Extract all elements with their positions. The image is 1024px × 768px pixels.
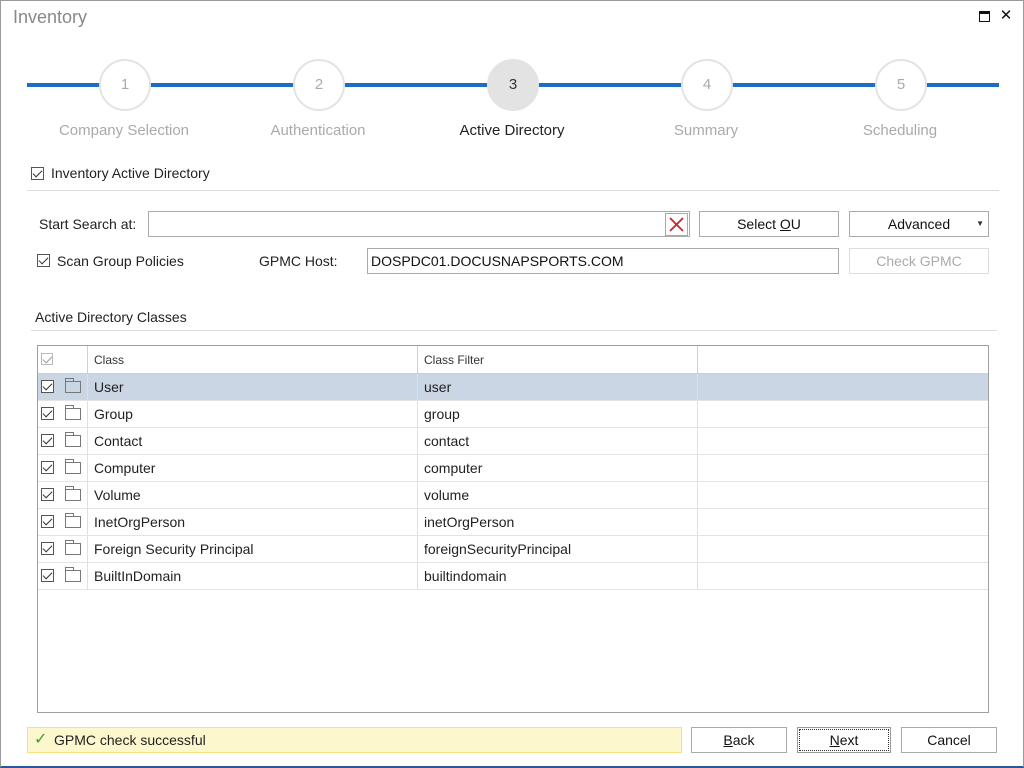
row-select-cell	[38, 482, 88, 508]
status-text: GPMC check successful	[54, 732, 206, 748]
row-select-cell	[38, 455, 88, 481]
class-cell: Group	[88, 401, 418, 427]
check-gpmc-button[interactable]: Check GPMC	[849, 248, 989, 274]
close-icon[interactable]: ✕	[999, 8, 1013, 23]
class-cell: Contact	[88, 428, 418, 454]
row-checkbox[interactable]	[41, 380, 54, 393]
gpmc-host-label: GPMC Host:	[259, 253, 338, 269]
table-row[interactable]: User user	[38, 374, 988, 401]
table-row[interactable]: Foreign Security Principal foreignSecurit…	[38, 536, 988, 563]
row-checkbox[interactable]	[41, 407, 54, 420]
row-checkbox[interactable]	[41, 569, 54, 582]
row-checkbox[interactable]	[41, 488, 54, 501]
header-select-all-cell	[38, 346, 88, 374]
folder-icon	[65, 486, 81, 501]
clear-search-button[interactable]	[665, 213, 688, 236]
row-select-cell	[38, 509, 88, 535]
row-select-cell	[38, 428, 88, 454]
advanced-dropdown-button[interactable]: Advanced ▼	[849, 211, 989, 237]
back-label: ack	[732, 732, 755, 748]
step-5-circle: 5	[875, 59, 927, 111]
start-search-input[interactable]	[148, 211, 690, 237]
class-filter-cell: builtindomain	[418, 563, 698, 589]
column-header-class-filter[interactable]: Class Filter	[418, 346, 698, 374]
folder-icon	[65, 540, 81, 555]
folder-icon	[65, 567, 81, 582]
scan-group-policies-checkbox[interactable]	[37, 254, 50, 267]
scan-group-policies-label[interactable]: Scan Group Policies	[57, 253, 184, 269]
class-filter-cell: foreignSecurityPrincipal	[418, 536, 698, 562]
divider	[27, 190, 999, 191]
step-4-circle: 4	[681, 59, 733, 111]
dropdown-arrow-icon: ▼	[976, 219, 984, 228]
step-3-label: Active Directory	[459, 122, 565, 139]
status-message: ✓ GPMC check successful	[27, 727, 682, 753]
class-filter-cell: contact	[418, 428, 698, 454]
folder-icon	[65, 378, 81, 393]
grid-header: Class Class Filter	[38, 346, 988, 374]
inventory-ad-label[interactable]: Inventory Active Directory	[51, 165, 210, 181]
row-checkbox[interactable]	[41, 461, 54, 474]
cancel-button[interactable]: Cancel	[901, 727, 997, 753]
select-all-checkbox[interactable]	[41, 353, 53, 365]
maximize-icon[interactable]	[977, 9, 991, 23]
success-check-icon: ✓	[34, 731, 48, 748]
next-label: ext	[839, 732, 859, 748]
folder-icon	[65, 459, 81, 474]
select-ou-label-rest: U	[790, 216, 801, 232]
class-filter-cell: group	[418, 401, 698, 427]
folder-icon	[65, 405, 81, 420]
row-checkbox[interactable]	[41, 434, 54, 447]
select-ou-label: Select	[737, 216, 780, 232]
window-title: Inventory	[13, 7, 88, 27]
class-cell: BuiltInDomain	[88, 563, 418, 589]
step-2-circle: 2	[293, 59, 345, 111]
advanced-label: Advanced	[887, 216, 951, 232]
row-checkbox[interactable]	[41, 542, 54, 555]
back-button[interactable]: Back	[691, 727, 787, 753]
table-row[interactable]: Volume volume	[38, 482, 988, 509]
back-mnemonic: B	[723, 732, 733, 748]
row-select-cell	[38, 401, 88, 427]
table-row[interactable]: Computer computer	[38, 455, 988, 482]
class-cell: Foreign Security Principal	[88, 536, 418, 562]
ad-classes-grid: Class Class Filter User user Group group Con…	[37, 345, 989, 713]
select-ou-button[interactable]: Select OU	[699, 211, 839, 237]
inventory-window: Inventory ✕ 1 2 3 4 5 Company Selection …	[0, 0, 1024, 768]
divider	[31, 330, 997, 331]
ad-classes-title: Active Directory Classes	[35, 309, 187, 325]
step-1-label: Company Selection	[58, 122, 190, 139]
class-filter-cell: volume	[418, 482, 698, 508]
start-search-label: Start Search at:	[39, 216, 137, 232]
row-select-cell	[38, 563, 88, 589]
row-select-cell	[38, 374, 88, 400]
step-4-label: Summary	[673, 122, 739, 139]
select-ou-mnemonic: O	[779, 216, 791, 232]
folder-icon	[65, 513, 81, 528]
row-select-cell	[38, 536, 88, 562]
class-filter-cell: computer	[418, 455, 698, 481]
step-1-circle: 1	[99, 59, 151, 111]
class-cell: InetOrgPerson	[88, 509, 418, 535]
next-button[interactable]: Next	[797, 727, 891, 753]
column-header-class[interactable]: Class	[88, 346, 418, 374]
class-cell: Volume	[88, 482, 418, 508]
class-filter-cell: inetOrgPerson	[418, 509, 698, 535]
clear-x-icon	[669, 217, 684, 232]
inventory-ad-checkbox[interactable]	[31, 167, 44, 180]
table-row[interactable]: Contact contact	[38, 428, 988, 455]
folder-icon	[65, 432, 81, 447]
step-5-label: Scheduling	[862, 122, 938, 139]
table-row[interactable]: Group group	[38, 401, 988, 428]
next-mnemonic: N	[829, 732, 840, 748]
step-3-circle: 3	[487, 59, 539, 111]
class-cell: Computer	[88, 455, 418, 481]
class-filter-cell: user	[418, 374, 698, 400]
row-checkbox[interactable]	[41, 515, 54, 528]
table-row[interactable]: InetOrgPerson inetOrgPerson	[38, 509, 988, 536]
class-cell: User	[88, 374, 418, 400]
table-row[interactable]: BuiltInDomain builtindomain	[38, 563, 988, 590]
gpmc-host-input[interactable]: DOSPDC01.DOCUSNAPSPORTS.COM	[367, 248, 839, 274]
step-2-label: Authentication	[270, 122, 366, 139]
